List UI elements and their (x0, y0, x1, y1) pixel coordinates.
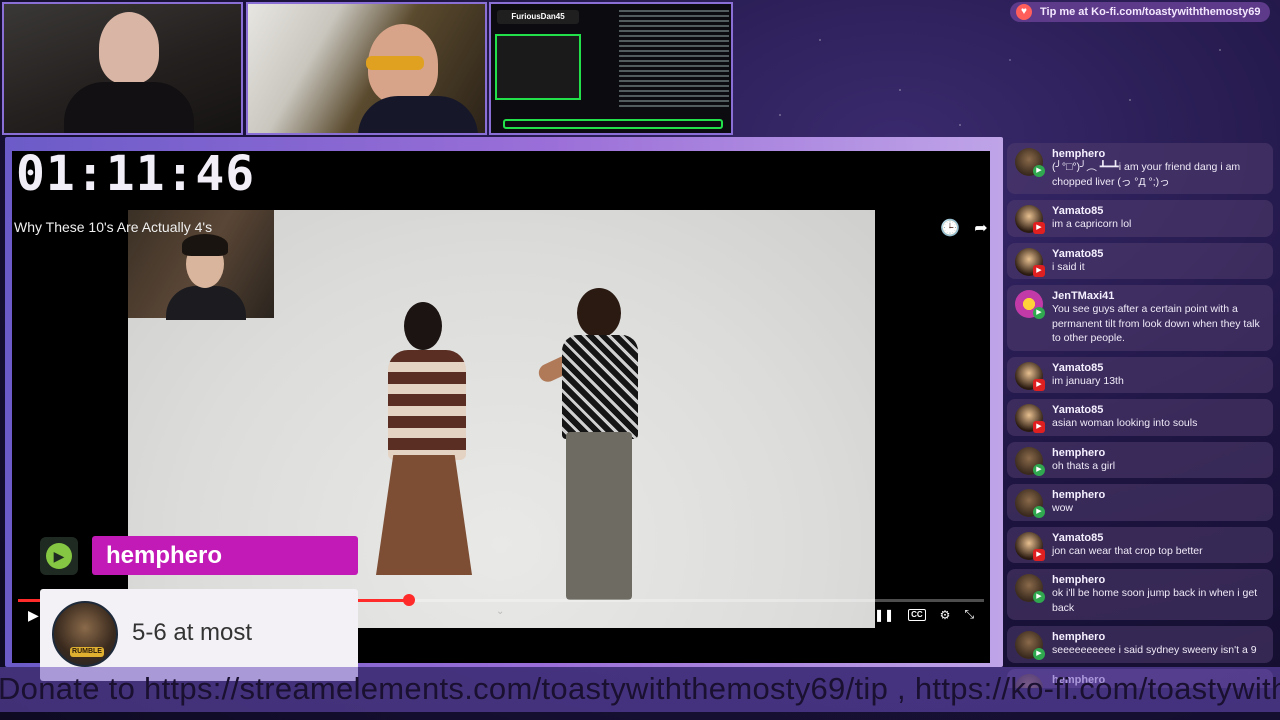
chat-message: ▶ hemphero wow (1007, 484, 1273, 521)
chat-username: Yamato85 (1052, 531, 1104, 544)
youtube-badge-icon: ▶ (1033, 378, 1045, 391)
chat-panel: ▶ hemphero (╯°□°)╯︵ ┻━┻i am your friend … (1007, 143, 1273, 688)
kofi-label: Tip me at Ko-fi.com/toastywiththemosty69 (1040, 6, 1261, 18)
rumble-badge-icon: ▶ (1033, 591, 1045, 603)
chat-text: im january 13th (1052, 374, 1124, 387)
youtube-badge-icon: ▶ (1033, 548, 1045, 561)
rumble-badge-icon: ▶ (1033, 506, 1045, 518)
chat-text: asian woman looking into souls (1052, 417, 1198, 429)
play-icon[interactable]: ▶ (28, 607, 39, 624)
chat-username: JenTMaxi41 (1052, 290, 1115, 302)
webcam-body (358, 96, 478, 133)
chat-message: ▶ hemphero oh thats a girl (1007, 441, 1273, 478)
avatar-logo-text: RUMBLE (70, 647, 104, 657)
video-top-icons: 🕒 ➦ (940, 220, 990, 238)
screen-share-label: FuriousDan45 (497, 10, 579, 24)
chat-username: Yamato85 (1052, 361, 1104, 374)
settings-gear-icon[interactable]: ⚙ (940, 608, 951, 622)
chat-username: Yamato85 (1052, 205, 1104, 217)
chat-message: ▶ hemphero (╯°□°)╯︵ ┻━┻i am your friend … (1007, 143, 1273, 194)
chat-username: hemphero (1052, 148, 1106, 160)
pip-body (166, 286, 246, 320)
youtube-badge-icon: ▶ (1033, 421, 1045, 433)
chat-text: i said it (1052, 260, 1085, 273)
scene-person-woman-head (404, 302, 442, 350)
screen-share-panel (495, 34, 581, 100)
donation-ticker: Donate to https://streamelements.com/toa… (0, 667, 1280, 712)
webcam-streamer-1 (2, 2, 243, 135)
rumble-logo: ▶ (40, 537, 78, 575)
chat-username: hemphero (1052, 489, 1106, 501)
scene-person-man-shirt (562, 335, 638, 439)
chat-text: (╯°□°)╯︵ ┻━┻i am your friend dang i am c… (1052, 161, 1241, 188)
webcam-streamer-2 (246, 2, 487, 135)
rumble-badge-icon: ▶ (1033, 307, 1045, 319)
chat-message: ▶ hemphero ok i'll be home soon jump bac… (1007, 569, 1273, 620)
webcam-glasses (366, 56, 424, 70)
rumble-badge-icon: ▶ (1033, 648, 1045, 660)
kofi-banner[interactable]: ♥ Tip me at Ko-fi.com/toastywiththemosty… (1010, 2, 1270, 22)
ticker-text: Donate to https://streamelements.com/toa… (0, 671, 1280, 706)
chat-message: ▶ JenTMaxi41 You see guys after a certai… (1007, 285, 1273, 351)
pip-hair (182, 234, 228, 256)
chat-text: jon can wear that crop top better (1052, 544, 1203, 557)
rumble-play-icon: ▶ (46, 543, 72, 569)
chat-username: hemphero (1052, 446, 1106, 459)
kofi-cup-icon: ♥ (1016, 4, 1032, 20)
chat-message: ▶ Yamato85 asian woman looking into soul… (1007, 399, 1273, 436)
chevron-down-icon[interactable]: ⌄ (496, 606, 504, 617)
webcam-screen-share: FuriousDan45 (489, 2, 733, 135)
scene-person-man-head (577, 288, 621, 338)
chat-text: oh thats a girl (1052, 459, 1116, 472)
chat-text: im a capricorn lol (1052, 218, 1132, 230)
chat-text: wow (1052, 502, 1074, 514)
scene-person-man-pants (566, 432, 632, 600)
rumble-badge-icon: ▶ (1033, 463, 1045, 476)
video-title[interactable]: Why These 10's Are Actually 4's (14, 219, 212, 235)
chat-text: You see guys after a certain point with … (1052, 303, 1260, 344)
scene-person-woman-sweater (388, 350, 466, 460)
captions-icon[interactable]: CC (908, 608, 926, 621)
alert-message: 5-6 at most (132, 619, 253, 646)
chat-text: seeeeeeeeee i said sydney sweeny isn't a… (1052, 644, 1257, 656)
chat-text: ok i'll be home soon jump back in when i… (1052, 587, 1258, 614)
youtube-badge-icon: ▶ (1033, 222, 1045, 234)
youtube-badge-icon: ▶ (1033, 264, 1045, 277)
chat-username: hemphero (1052, 574, 1106, 586)
chat-message: ▶ hemphero seeeeeeeeee i said sydney swe… (1007, 626, 1273, 663)
screen-share-bar (503, 119, 723, 129)
rumble-badge-icon: ▶ (1033, 165, 1045, 177)
pause-icon[interactable]: ❚❚ (874, 608, 894, 622)
chat-message: ▶ Yamato85 im january 13th (1007, 356, 1273, 393)
webcam-face (99, 12, 159, 84)
chat-message: ▶ Yamato85 im a capricorn lol (1007, 200, 1273, 237)
exit-fullscreen-icon[interactable]: ⤡ (964, 607, 974, 622)
webcam-body (64, 82, 194, 133)
alert-avatar: RUMBLE (52, 601, 118, 667)
screen-share-chat (619, 10, 729, 110)
video-controls-right: ❚❚ CC ⚙ ⤡ (874, 607, 974, 622)
chat-message: ▶ Yamato85 jon can wear that crop top be… (1007, 526, 1273, 563)
stream-timer: 01:11:46 (16, 146, 256, 202)
alert-username: hemphero (92, 536, 358, 575)
chat-username: hemphero (1052, 631, 1106, 643)
share-icon[interactable]: ➦ (972, 220, 990, 238)
chat-username: Yamato85 (1052, 247, 1104, 260)
watch-later-icon[interactable]: 🕒 (940, 220, 960, 238)
chat-message: ▶ Yamato85 i said it (1007, 242, 1273, 279)
chat-username: Yamato85 (1052, 404, 1104, 416)
